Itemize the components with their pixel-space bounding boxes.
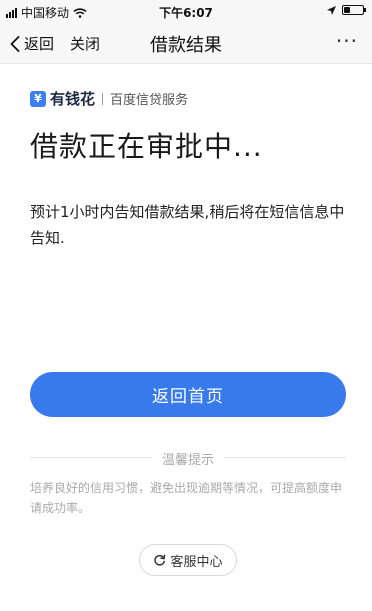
status-time: 下午6:07	[159, 6, 213, 20]
tips-divider: 温馨提示	[30, 449, 346, 468]
status-bar: 中国移动 下午6:07	[0, 0, 372, 22]
divider-line-right	[224, 457, 346, 458]
return-home-button[interactable]: 返回首页	[30, 372, 346, 417]
brand-subtitle: 百度信贷服务	[110, 93, 189, 108]
status-right	[327, 5, 366, 15]
close-button[interactable]: 关闭	[70, 33, 100, 54]
more-options-icon[interactable]: ···	[336, 29, 358, 53]
refresh-icon	[154, 554, 166, 566]
tips-title: 温馨提示	[161, 453, 214, 468]
back-label: 返回	[24, 35, 55, 53]
customer-service-button[interactable]: 客服中心	[139, 544, 237, 576]
navigation-bar: 返回 关闭 借款结果 ···	[0, 22, 372, 64]
customer-service-label: 客服中心	[170, 554, 223, 570]
brand-divider	[102, 92, 104, 105]
battery-icon	[342, 5, 366, 15]
brand-header: ¥ 有钱花 百度信贷服务	[30, 88, 188, 109]
status-description: 预计1小时内告知借款结果,稍后将在短信信息中告知.	[30, 203, 345, 247]
brand-name: 有钱花	[50, 90, 96, 108]
location-arrow-icon	[327, 5, 336, 15]
chevron-left-icon	[10, 35, 20, 52]
tips-text: 培养良好的信用习惯，避免出现逾期等情况，可提高额度申请成功率。	[30, 481, 343, 515]
status-headline: 借款正在审批中...	[30, 130, 263, 163]
page-title: 借款结果	[150, 35, 222, 56]
back-button[interactable]: 返回	[10, 33, 54, 54]
brand-logo-icon: ¥	[30, 90, 46, 107]
